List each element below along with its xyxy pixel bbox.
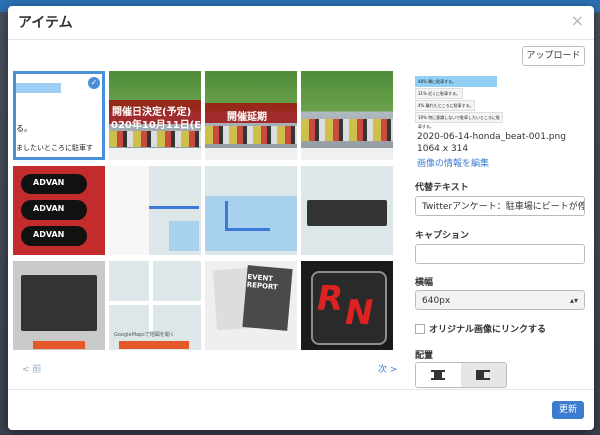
media-tile[interactable] xyxy=(301,71,393,160)
align-left-icon xyxy=(476,370,490,380)
tire-image: ADVAN xyxy=(21,174,87,194)
align-left-button[interactable] xyxy=(461,363,506,387)
modal-title: アイテム xyxy=(18,15,73,31)
width-select[interactable]: 640px ▴▾ xyxy=(415,290,585,310)
tile-icons-row xyxy=(205,148,297,160)
tile-text: る。 xyxy=(16,124,32,133)
tile-cars xyxy=(205,126,297,144)
media-tile[interactable]: 開催延期 xyxy=(205,71,297,160)
close-icon[interactable]: × xyxy=(571,11,584,30)
image-dimensions: 1064 x 314 xyxy=(417,144,469,154)
check-icon: ✓ xyxy=(88,77,100,89)
edit-image-link[interactable]: 画像の情報を編集 xyxy=(417,156,489,169)
align-center-button[interactable] xyxy=(416,363,461,387)
map-route xyxy=(225,201,228,231)
logo-letter: N xyxy=(345,293,374,333)
map-panel xyxy=(109,166,149,255)
align-label: 配置 xyxy=(415,351,434,361)
link-original-label: オリジナル画像にリンクする xyxy=(429,325,547,335)
media-grid: ✓ る。 ましたいところに駐車す 開催日決定(予定) 020年10月11日(E … xyxy=(13,71,393,351)
tile-text: 開催延期 xyxy=(227,112,267,123)
map-open-button xyxy=(119,341,189,349)
alt-text-label: 代替テキスト xyxy=(415,183,469,193)
map-route xyxy=(149,206,199,209)
media-tile[interactable]: 開催日決定(予定) 020年10月11日(E xyxy=(109,71,201,160)
tile-icons-row xyxy=(109,148,201,160)
media-tile[interactable] xyxy=(13,261,105,350)
media-tile[interactable] xyxy=(301,166,393,255)
update-button[interactable]: 更新 xyxy=(552,401,584,419)
media-tile[interactable]: GoogleMapsで地図を開く xyxy=(109,261,201,350)
map-dialog xyxy=(307,200,387,226)
preview-row: 31% 近くに駐車する。 xyxy=(415,88,463,99)
map-route xyxy=(225,228,270,231)
prev-page-link[interactable]: < 前 xyxy=(22,362,41,375)
link-original-checkbox[interactable] xyxy=(415,324,425,334)
tire-image: ADVAN xyxy=(21,226,87,246)
media-tile-selected[interactable]: ✓ る。 ましたいところに駐車す xyxy=(13,71,105,160)
modal-header: アイテム × xyxy=(8,6,594,40)
map-dialog xyxy=(21,275,97,331)
align-center-icon xyxy=(431,370,445,380)
tile-icons-row xyxy=(301,148,393,160)
map-water xyxy=(205,196,297,251)
tile-text: 020年10月11日(E xyxy=(111,120,201,131)
tire-label: ADVAN xyxy=(33,204,65,213)
tire-label: ADVAN xyxy=(33,178,65,187)
media-tile[interactable]: EVENT REPORT xyxy=(205,261,297,350)
image-preview: 48% 隣に駐車する。 31% 近くに駐車する。 4% 離れたところに駐車する。… xyxy=(415,76,503,129)
map-water xyxy=(169,221,199,251)
tire-label: ADVAN xyxy=(33,230,65,239)
modal-footer xyxy=(8,389,594,430)
map-road xyxy=(149,261,153,331)
file-name: 2020-06-14-honda_beat-001.png xyxy=(417,132,566,142)
tire-image: ADVAN xyxy=(21,200,87,220)
alt-text-input[interactable]: Twitterアンケート：駐車場にビートが停 xyxy=(415,196,585,216)
next-page-link[interactable]: 次 > xyxy=(378,362,397,375)
item-modal: アイテム × アップロード ✓ る。 ましたいところに駐車す 開催日決定(予定)… xyxy=(8,6,594,430)
tile-text: ましたいところに駐車す xyxy=(16,144,93,152)
preview-row: 48% 隣に駐車する。 xyxy=(415,76,497,87)
width-select-value: 640px xyxy=(422,296,451,306)
media-tile[interactable]: R N xyxy=(301,261,393,350)
select-caret-icon: ▴▾ xyxy=(569,296,578,305)
map-road xyxy=(109,301,201,305)
caption-label: キャプション xyxy=(415,231,470,241)
tile-cars xyxy=(301,119,393,141)
upload-button[interactable]: アップロード xyxy=(522,46,585,66)
tile-cars xyxy=(109,131,201,147)
map-caption: GoogleMapsで地図を開く xyxy=(114,332,175,338)
media-tile[interactable] xyxy=(109,166,201,255)
caption-input[interactable] xyxy=(415,244,585,264)
media-tile[interactable]: ADVAN ADVAN ADVAN xyxy=(13,166,105,255)
map-open-button xyxy=(33,341,85,349)
logo-letter: R xyxy=(317,279,344,319)
media-tile[interactable] xyxy=(205,166,297,255)
align-button-group xyxy=(415,362,507,388)
width-label: 横幅 xyxy=(415,278,434,288)
preview-row: 4% 離れたところに駐車する。 xyxy=(415,100,475,111)
preview-row: 19% 特に意識しないで駐車したいところに駐車する。 xyxy=(415,112,503,129)
preview-bar xyxy=(16,83,61,93)
